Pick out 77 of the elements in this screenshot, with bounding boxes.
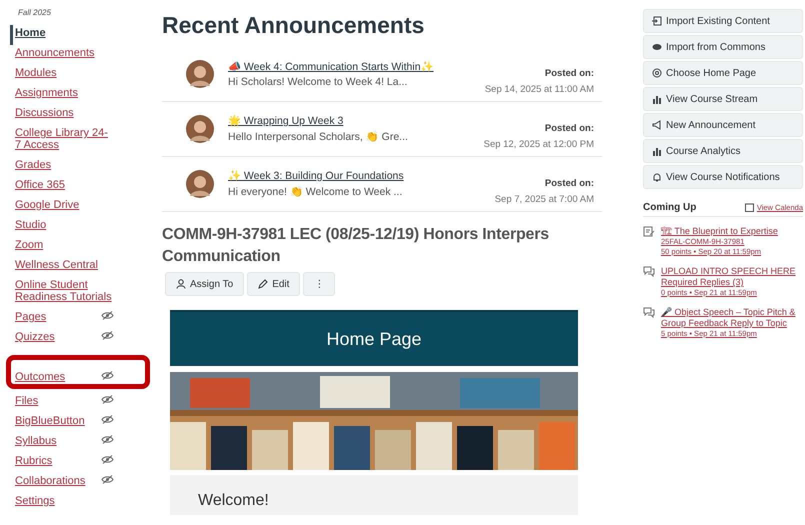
- posted-label: Posted on:: [544, 68, 594, 78]
- sidebar-action-button[interactable]: View Course Notifications: [643, 165, 803, 189]
- discussion-icon: [643, 266, 655, 277]
- user-icon: [176, 279, 186, 289]
- bell-icon: [652, 172, 662, 182]
- announcement-link[interactable]: ✨ Week 3: Building Our Foundations: [228, 170, 448, 182]
- posted-date: Sep 12, 2025 at 12:00 PM: [484, 138, 594, 150]
- sidebar-action-button[interactable]: Choose Home Page: [643, 61, 803, 85]
- target-icon: [652, 68, 662, 78]
- nav-link[interactable]: Pages: [15, 311, 46, 323]
- nav-link[interactable]: Office 365: [15, 179, 65, 191]
- cloud-icon: [652, 43, 662, 51]
- coming-up-link[interactable]: UPLOAD INTRO SPEECH HERE Required Replies (3): [661, 266, 801, 288]
- posted-date: Sep 7, 2025 at 7:00 AM: [494, 194, 594, 204]
- nav-link[interactable]: BigBlueButton: [15, 415, 85, 427]
- nav-link[interactable]: Modules: [15, 67, 57, 79]
- hidden-eye-icon: [101, 475, 114, 484]
- banner-title: Home Page: [170, 310, 578, 366]
- hidden-eye-icon: [101, 311, 114, 320]
- hidden-eye-icon: [101, 371, 114, 380]
- import-icon: [652, 16, 662, 26]
- nav-link[interactable]: Assignments: [15, 87, 78, 99]
- hidden-eye-icon: [101, 331, 114, 340]
- term-label: Fall 2025: [18, 8, 52, 17]
- nav-link[interactable]: Collaborations: [15, 475, 86, 487]
- announcement-preview: Hello Interpersonal Scholars, 👏 Gre...: [228, 130, 409, 143]
- megaphone-icon: [652, 120, 662, 130]
- coming-up-link[interactable]: 🏗 The Blueprint to Expertise: [661, 226, 801, 237]
- hidden-eye-icon: [101, 455, 114, 464]
- coming-up-heading: Coming Up: [643, 202, 696, 213]
- sidebar-action-button[interactable]: Course Analytics: [643, 139, 803, 163]
- nav-link[interactable]: Settings: [15, 495, 55, 507]
- assignment-icon: [643, 226, 655, 237]
- nav-link[interactable]: Rubrics: [15, 455, 52, 467]
- nav-link[interactable]: Quizzes: [15, 331, 55, 343]
- nav-link[interactable]: Discussions: [15, 107, 74, 119]
- nav-link[interactable]: Home: [15, 27, 46, 39]
- nav-link[interactable]: Google Drive: [15, 199, 80, 211]
- avatar: [186, 60, 214, 88]
- nav-link[interactable]: Online Student Readiness Tutorials: [15, 279, 114, 303]
- assign-button[interactable]: Assign To: [165, 272, 244, 296]
- discussion-icon: [643, 307, 655, 318]
- announcement-preview: Hi Scholars! Welcome to Week 4! La...: [228, 76, 408, 88]
- nav-link[interactable]: Zoom: [15, 239, 44, 251]
- pencil-icon: [258, 279, 268, 289]
- hidden-eye-icon: [101, 395, 114, 404]
- sidebar-action-button[interactable]: New Announcement: [643, 113, 803, 137]
- sidebar-action-button[interactable]: Import from Commons: [643, 35, 803, 59]
- course-title: COMM-9H-37981 LEC (08/25-12/19) Honors Interpers Communication: [162, 225, 550, 267]
- sidebar-action-button[interactable]: View Course Stream: [643, 87, 803, 111]
- nav-link[interactable]: Wellness Central: [15, 259, 98, 271]
- announcement-link[interactable]: 🌟 Wrapping Up Week 3: [228, 115, 448, 127]
- announcement-link[interactable]: 📣 Week 4: Communication Starts Within✨: [228, 60, 448, 72]
- posted-label: Posted on:: [544, 122, 594, 134]
- sidebar-action-button[interactable]: Import Existing Content: [643, 9, 803, 33]
- hidden-eye-icon: [101, 415, 114, 424]
- announcement-preview: Hi everyone! 👏 Welcome to Week ...: [228, 185, 404, 198]
- edit-button[interactable]: Edit: [247, 272, 300, 296]
- nav-link[interactable]: Outcomes: [15, 371, 66, 383]
- nav-link[interactable]: Announcements: [15, 47, 94, 59]
- avatar: [186, 170, 214, 198]
- nav-link[interactable]: College Library 24-7 Access: [15, 127, 114, 151]
- posted-date: Sep 14, 2025 at 11:00 AM: [484, 84, 594, 94]
- nav-link[interactable]: Grades: [15, 159, 52, 171]
- calendar-icon: [744, 203, 754, 212]
- section-heading: Recent Announcements: [162, 12, 426, 39]
- bar-chart-icon: [652, 94, 662, 104]
- bar-chart-icon: [652, 146, 662, 156]
- nav-link[interactable]: Studio: [15, 219, 46, 231]
- coming-up-link[interactable]: 🎤 Object Speech – Topic Pitch & Group Feedback Reply to Topic: [661, 307, 801, 329]
- nav-link[interactable]: Files: [15, 395, 38, 407]
- posted-label: Posted on:: [544, 178, 594, 188]
- hidden-eye-icon: [101, 435, 114, 444]
- avatar: [186, 115, 214, 143]
- nav-link[interactable]: Syllabus: [15, 435, 57, 447]
- welcome-heading: Welcome!: [170, 475, 578, 515]
- more-button[interactable]: ⋮: [303, 272, 336, 296]
